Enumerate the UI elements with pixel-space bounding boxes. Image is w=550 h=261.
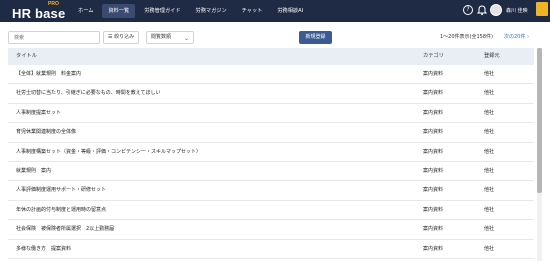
row-category: 案内資料 — [423, 245, 444, 252]
row-registrant: 他社 — [484, 109, 495, 116]
table-row[interactable]: 人事制度構築セット（資金・等級・評価・コンピテンシー・スキルマップセット） 案内資… — [8, 143, 534, 162]
search-input[interactable] — [8, 31, 100, 44]
row-title: 社会保険 被保険者所属選択 2以上勤務届 — [16, 226, 115, 233]
sort-select[interactable]: 閲覧数順 ⌄ — [146, 31, 194, 44]
nav-item-home[interactable]: ホーム — [72, 4, 99, 18]
pagination-range: 1～20件表示(全158件) — [440, 34, 493, 40]
row-title: 年休の計画的付与制度と運用時の留意点 — [16, 206, 107, 213]
top-navigation-bar: HR base PRO ホーム 資料一覧 労務管理ガイド 労務マガジン チャット… — [0, 0, 550, 22]
row-title: 人事評価制度運用サポート・研修セット — [16, 187, 107, 194]
row-title: 社労士切替に当たり、引継ぎに必要なもの、時間を教えてほしい — [16, 90, 161, 97]
nav-item-labor-magazine[interactable]: 労務マガジン — [190, 4, 233, 18]
row-title: 就業規則 案内 — [16, 167, 52, 174]
nav-item-documents[interactable]: 資料一覧 — [102, 4, 136, 18]
scroll-thumb[interactable] — [537, 48, 542, 193]
nav-item-chat[interactable]: チャット — [236, 4, 269, 18]
bell-icon[interactable] — [477, 5, 487, 16]
row-registrant: 他社 — [484, 167, 495, 174]
table-body: 【全体】就業規則 料金案内 案内資料 他社 社労士切替に当たり、引継ぎに必要なもの、時… — [8, 65, 534, 259]
row-category: 案内資料 — [423, 90, 444, 97]
logo-pro-badge: PRO — [48, 1, 59, 7]
table-row[interactable]: 【全体】就業規則 料金案内 案内資料 他社 — [8, 65, 534, 85]
filter-label: 絞り込み — [114, 34, 135, 40]
sort-value: 閲覧数順 — [151, 34, 172, 40]
row-title: 人事制度提案セット — [16, 109, 62, 116]
table-row[interactable]: 育児休業関連制度の全体像 案内資料 他社 — [8, 123, 534, 143]
app-logo[interactable]: HR base PRO — [12, 1, 66, 21]
corner-badge — [536, 2, 548, 16]
logo-text: HR base — [12, 6, 66, 21]
row-registrant: 他社 — [484, 187, 495, 194]
row-registrant: 他社 — [484, 226, 495, 233]
next-page-link[interactable]: 次の20件 › — [504, 31, 529, 44]
scrollbar[interactable] — [537, 48, 542, 261]
filter-button[interactable]: ☰ 絞り込み — [103, 31, 139, 44]
row-registrant: 他社 — [484, 206, 495, 213]
nav-item-labor-ai[interactable]: 労務相談AI — [271, 4, 309, 18]
chevron-right-icon: › — [526, 34, 529, 40]
next-page-label: 次の20件 — [504, 34, 526, 40]
filter-icon: ☰ — [108, 34, 113, 40]
table-row[interactable]: 社会保険 被保険者所属選択 2以上勤務届 案内資料 他社 — [8, 220, 534, 240]
row-category: 案内資料 — [423, 206, 444, 213]
table-row[interactable]: 社労士切替に当たり、引継ぎに必要なもの、時間を教えてほしい 案内資料 他社 — [8, 84, 534, 104]
row-category: 案内資料 — [423, 187, 444, 194]
nav-item-labor-guide[interactable]: 労務管理ガイド — [138, 4, 186, 18]
row-title: 【全体】就業規則 料金案内 — [16, 71, 82, 77]
header-registrant[interactable]: 登録元 — [484, 48, 500, 65]
table-row[interactable]: 多様な働き方 提案資料 案内資料 他社 — [8, 240, 534, 259]
header-title[interactable]: タイトル — [16, 48, 37, 65]
row-category: 案内資料 — [423, 148, 444, 155]
row-registrant: 他社 — [484, 245, 495, 252]
table-header: タイトル カテゴリ 登録元 — [8, 48, 534, 65]
row-category: 案内資料 — [423, 109, 444, 116]
table-row[interactable]: 人事評価制度運用サポート・研修セット 案内資料 他社 — [8, 181, 534, 201]
list-toolbar: ☰ 絞り込み 閲覧数順 ⌄ 新規登録 1～20件表示(全158件) 次の20件 … — [0, 22, 550, 48]
documents-table: タイトル カテゴリ 登録元 【全体】就業規則 料金案内 案内資料 他社 社労士切替に当… — [8, 48, 534, 259]
row-registrant: 他社 — [484, 90, 495, 97]
row-registrant: 他社 — [484, 71, 495, 77]
row-category: 案内資料 — [423, 226, 444, 233]
row-registrant: 他社 — [484, 129, 495, 136]
row-title: 人事制度構築セット（資金・等級・評価・コンピテンシー・スキルマップセット） — [16, 148, 202, 155]
table-row[interactable]: 就業規則 案内 案内資料 他社 — [8, 162, 534, 182]
main-nav: ホーム 資料一覧 労務管理ガイド 労務マガジン チャット 労務相談AI — [72, 4, 312, 18]
row-category: 案内資料 — [423, 71, 444, 77]
help-circle-icon[interactable]: ? — [463, 5, 473, 15]
avatar[interactable] — [490, 4, 502, 16]
row-category: 案内資料 — [423, 129, 444, 136]
row-category: 案内資料 — [423, 167, 444, 174]
row-registrant: 他社 — [484, 148, 495, 155]
new-registration-button[interactable]: 新規登録 — [299, 31, 332, 44]
row-title: 多様な働き方 提案資料 — [16, 245, 72, 252]
header-category[interactable]: カテゴリ — [423, 48, 444, 65]
table-row[interactable]: 人事制度提案セット 案内資料 他社 — [8, 104, 534, 124]
chevron-down-icon: ⌄ — [183, 35, 189, 42]
table-row[interactable]: 年休の計画的付与制度と運用時の留意点 案内資料 他社 — [8, 201, 534, 221]
row-title: 育児休業関連制度の全体像 — [16, 129, 77, 136]
user-name[interactable]: 森川 佳映 — [506, 0, 528, 22]
